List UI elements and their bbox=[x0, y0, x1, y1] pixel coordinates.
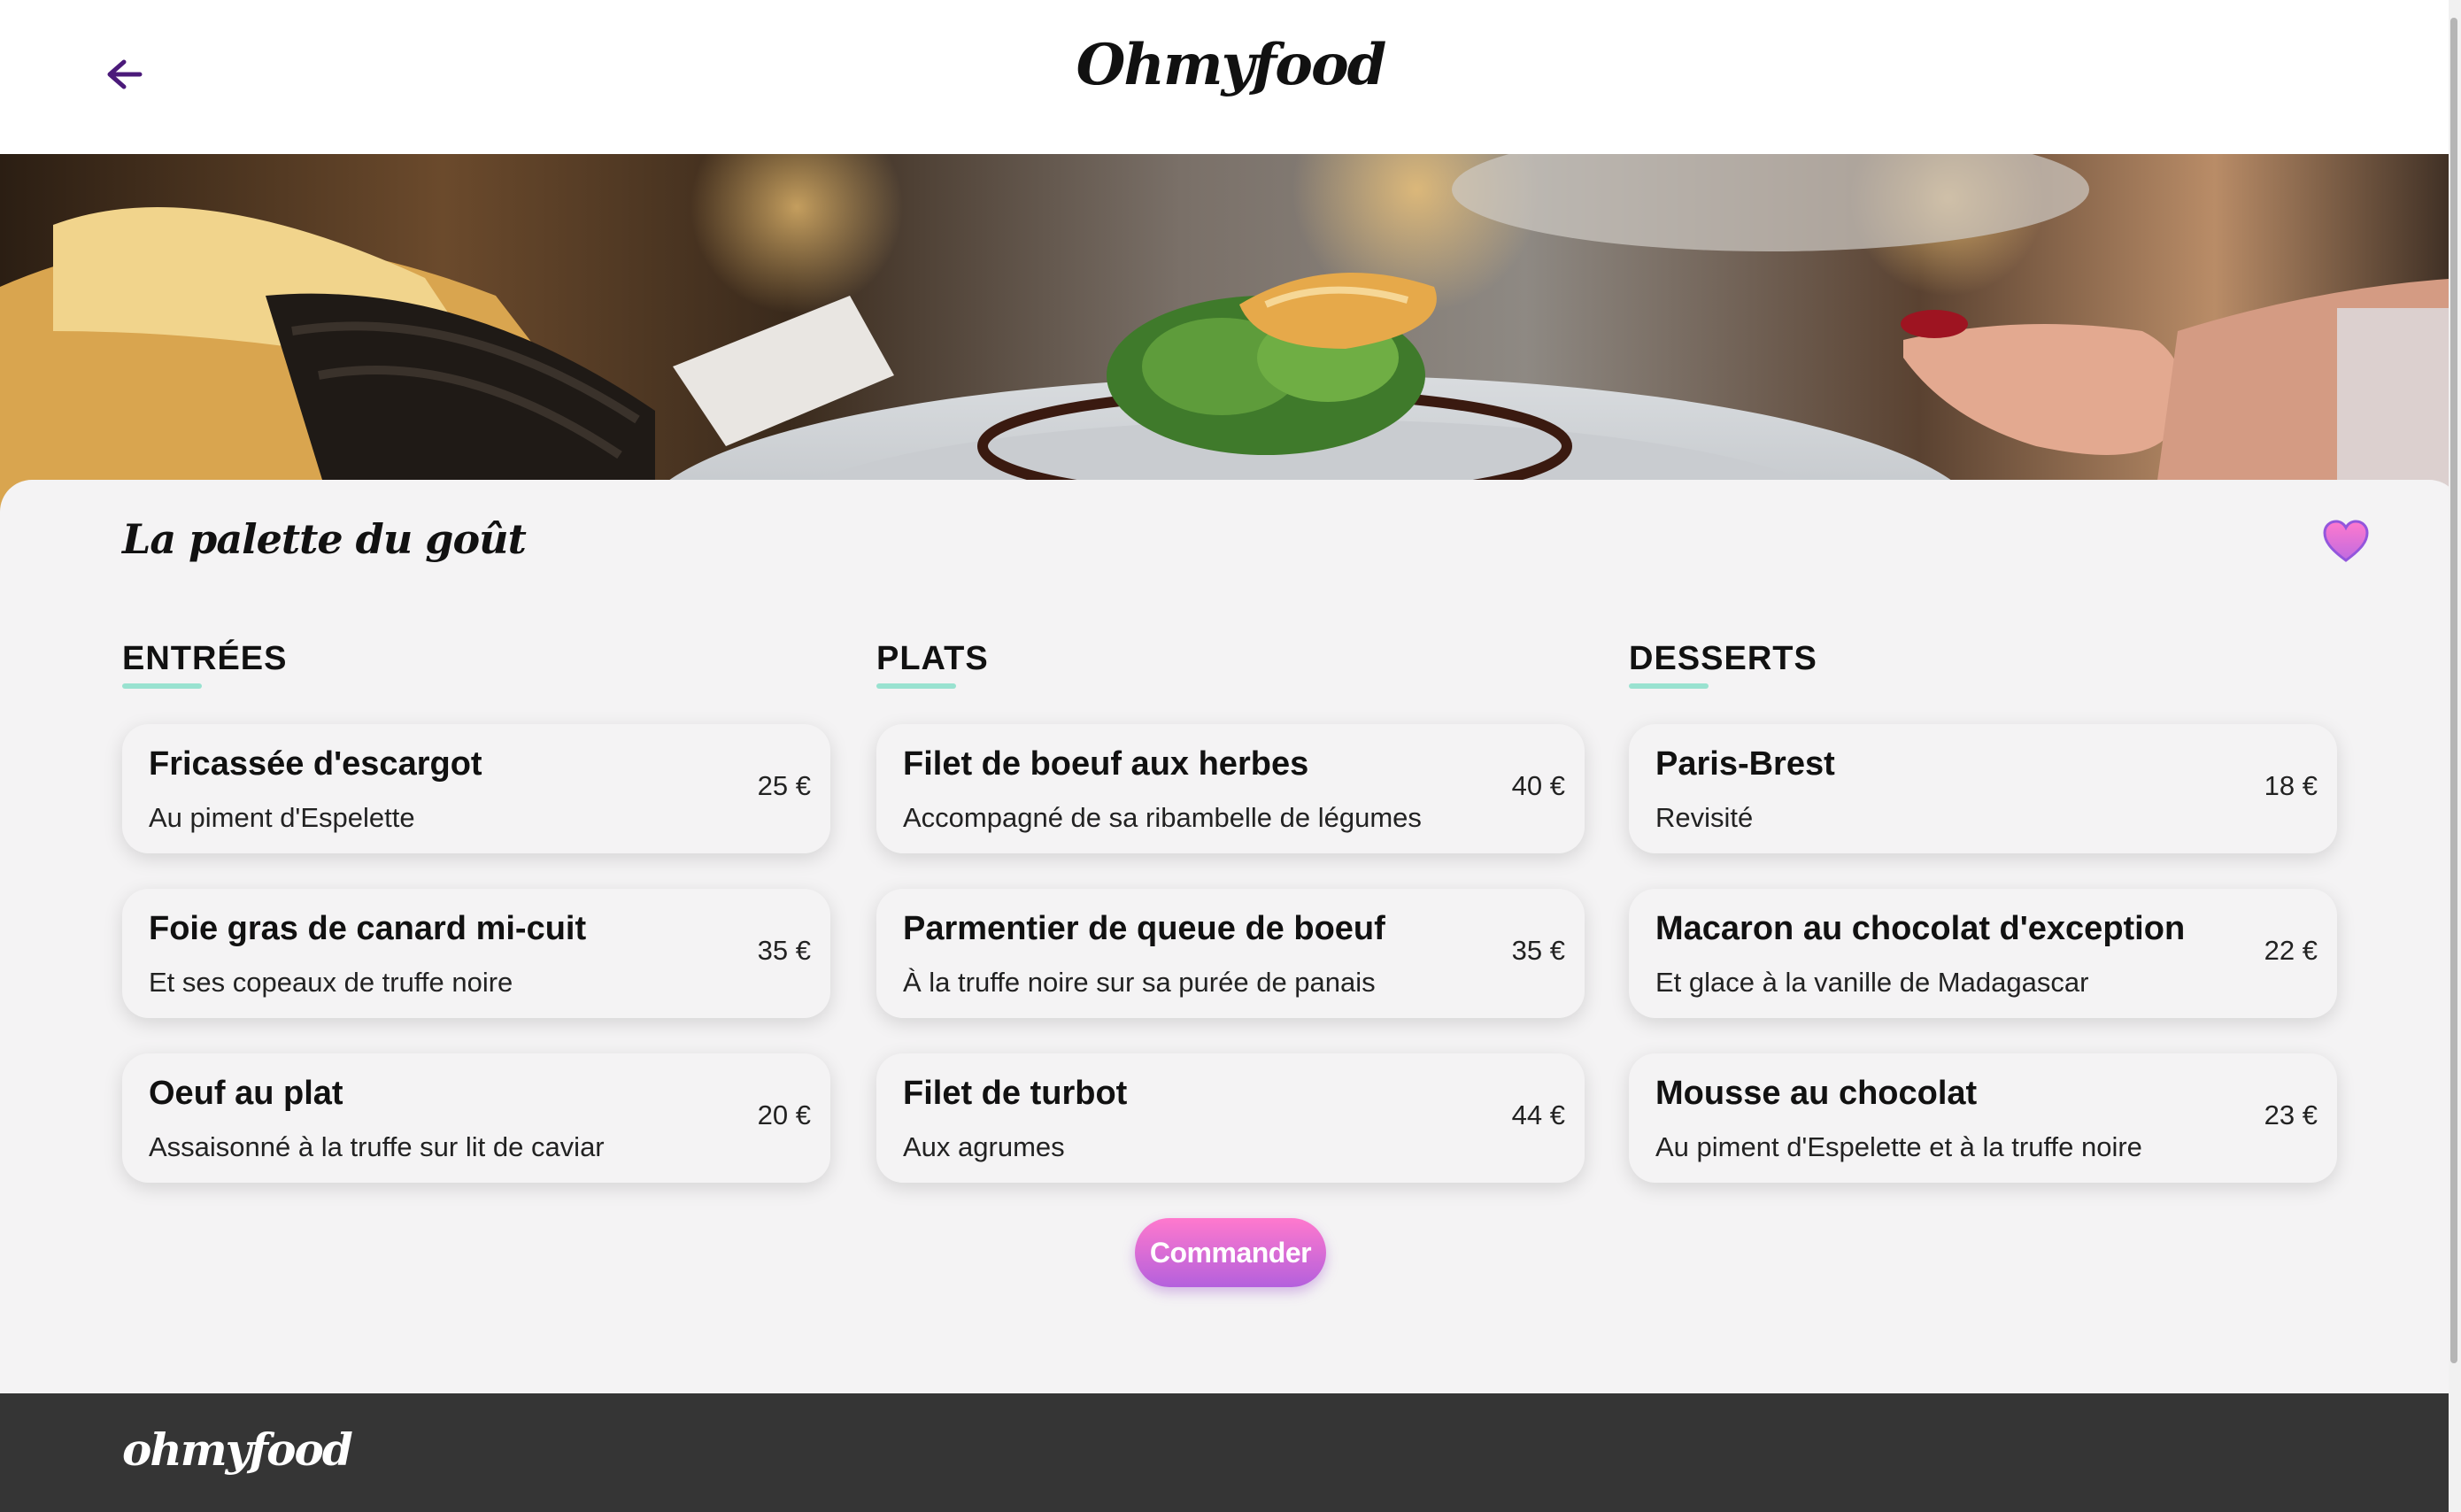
menu-section-desserts: DESSERTS Paris-Brest Revisité 18 € Macar… bbox=[1629, 639, 2337, 1183]
dish-price: 25 € bbox=[757, 770, 811, 801]
dish-description: Et ses copeaux de truffe noire bbox=[149, 967, 513, 998]
dish-description: Accompagné de sa ribambelle de légumes bbox=[903, 802, 1422, 833]
dish-price: 22 € bbox=[2264, 935, 2318, 966]
dish-card[interactable]: Paris-Brest Revisité 18 € bbox=[1629, 724, 2337, 853]
menu-section-plats: PLATS Filet de boeuf aux herbes Accompag… bbox=[876, 639, 1585, 1183]
section-title: DESSERTS bbox=[1629, 640, 1817, 677]
restaurant-menu-card: La palette du goût ENTRÉES Fricassée d'e… bbox=[0, 480, 2461, 1393]
dish-name: Parmentier de queue de boeuf bbox=[903, 910, 1385, 947]
dish-name: Macaron au chocolat d'exception bbox=[1655, 910, 2186, 947]
dish-card[interactable]: Mousse au chocolat Au piment d'Espelette… bbox=[1629, 1053, 2337, 1183]
footer-logo[interactable]: ohmyfood bbox=[122, 1423, 353, 1476]
menu-section-entrees: ENTRÉES Fricassée d'escargot Au piment d… bbox=[122, 639, 830, 1183]
site-logo[interactable]: Ohmyfood bbox=[0, 32, 2461, 98]
section-underline bbox=[122, 683, 202, 689]
section-underline bbox=[876, 683, 956, 689]
header: Ohmyfood bbox=[0, 0, 2461, 154]
dish-name: Paris-Brest bbox=[1655, 745, 1835, 783]
section-title: ENTRÉES bbox=[122, 640, 288, 677]
dish-card[interactable]: Parmentier de queue de boeuf À la truffe… bbox=[876, 889, 1585, 1018]
dish-description: À la truffe noire sur sa purée de panais bbox=[903, 967, 1376, 998]
favorite-button[interactable] bbox=[2321, 519, 2371, 565]
dish-description: Et glace à la vanille de Madagascar bbox=[1655, 967, 2089, 998]
dish-card[interactable]: Foie gras de canard mi-cuit Et ses copea… bbox=[122, 889, 830, 1018]
hero-photo bbox=[0, 154, 2461, 526]
dish-description: Au piment d'Espelette bbox=[149, 802, 415, 833]
order-button[interactable]: Commander bbox=[1135, 1218, 1326, 1287]
section-title: PLATS bbox=[876, 640, 989, 677]
dish-name: Filet de boeuf aux herbes bbox=[903, 745, 1309, 783]
dish-name: Oeuf au plat bbox=[149, 1075, 343, 1112]
dish-price: 23 € bbox=[2264, 1099, 2318, 1130]
dish-name: Fricassée d'escargot bbox=[149, 745, 482, 783]
dish-price: 18 € bbox=[2264, 770, 2318, 801]
dish-price: 20 € bbox=[757, 1099, 811, 1130]
dish-card[interactable]: Filet de boeuf aux herbes Accompagné de … bbox=[876, 724, 1585, 853]
section-underline bbox=[1629, 683, 1709, 689]
dish-name: Foie gras de canard mi-cuit bbox=[149, 910, 587, 947]
dish-price: 44 € bbox=[1511, 1099, 1565, 1130]
dish-description: Aux agrumes bbox=[903, 1131, 1065, 1162]
dish-card[interactable]: Fricassée d'escargot Au piment d'Espelet… bbox=[122, 724, 830, 853]
scrollbar-thumb[interactable] bbox=[2450, 18, 2457, 1363]
heart-icon bbox=[2323, 520, 2369, 562]
dish-price: 35 € bbox=[1511, 935, 1565, 966]
dish-price: 40 € bbox=[1511, 770, 1565, 801]
dish-name: Filet de turbot bbox=[903, 1075, 1128, 1112]
hero-image bbox=[0, 154, 2461, 526]
dish-name: Mousse au chocolat bbox=[1655, 1075, 1978, 1112]
footer: ohmyfood bbox=[0, 1393, 2461, 1512]
dish-description: Au piment d'Espelette et à la truffe noi… bbox=[1655, 1131, 2142, 1162]
restaurant-name: La palette du goût bbox=[122, 515, 527, 563]
dish-description: Revisité bbox=[1655, 802, 1754, 833]
dish-card[interactable]: Oeuf au plat Assaisonné à la truffe sur … bbox=[122, 1053, 830, 1183]
dish-price: 35 € bbox=[757, 935, 811, 966]
dish-card[interactable]: Macaron au chocolat d'exception Et glace… bbox=[1629, 889, 2337, 1018]
dish-card[interactable]: Filet de turbot Aux agrumes 44 € bbox=[876, 1053, 1585, 1183]
dish-description: Assaisonné à la truffe sur lit de caviar bbox=[149, 1131, 605, 1162]
